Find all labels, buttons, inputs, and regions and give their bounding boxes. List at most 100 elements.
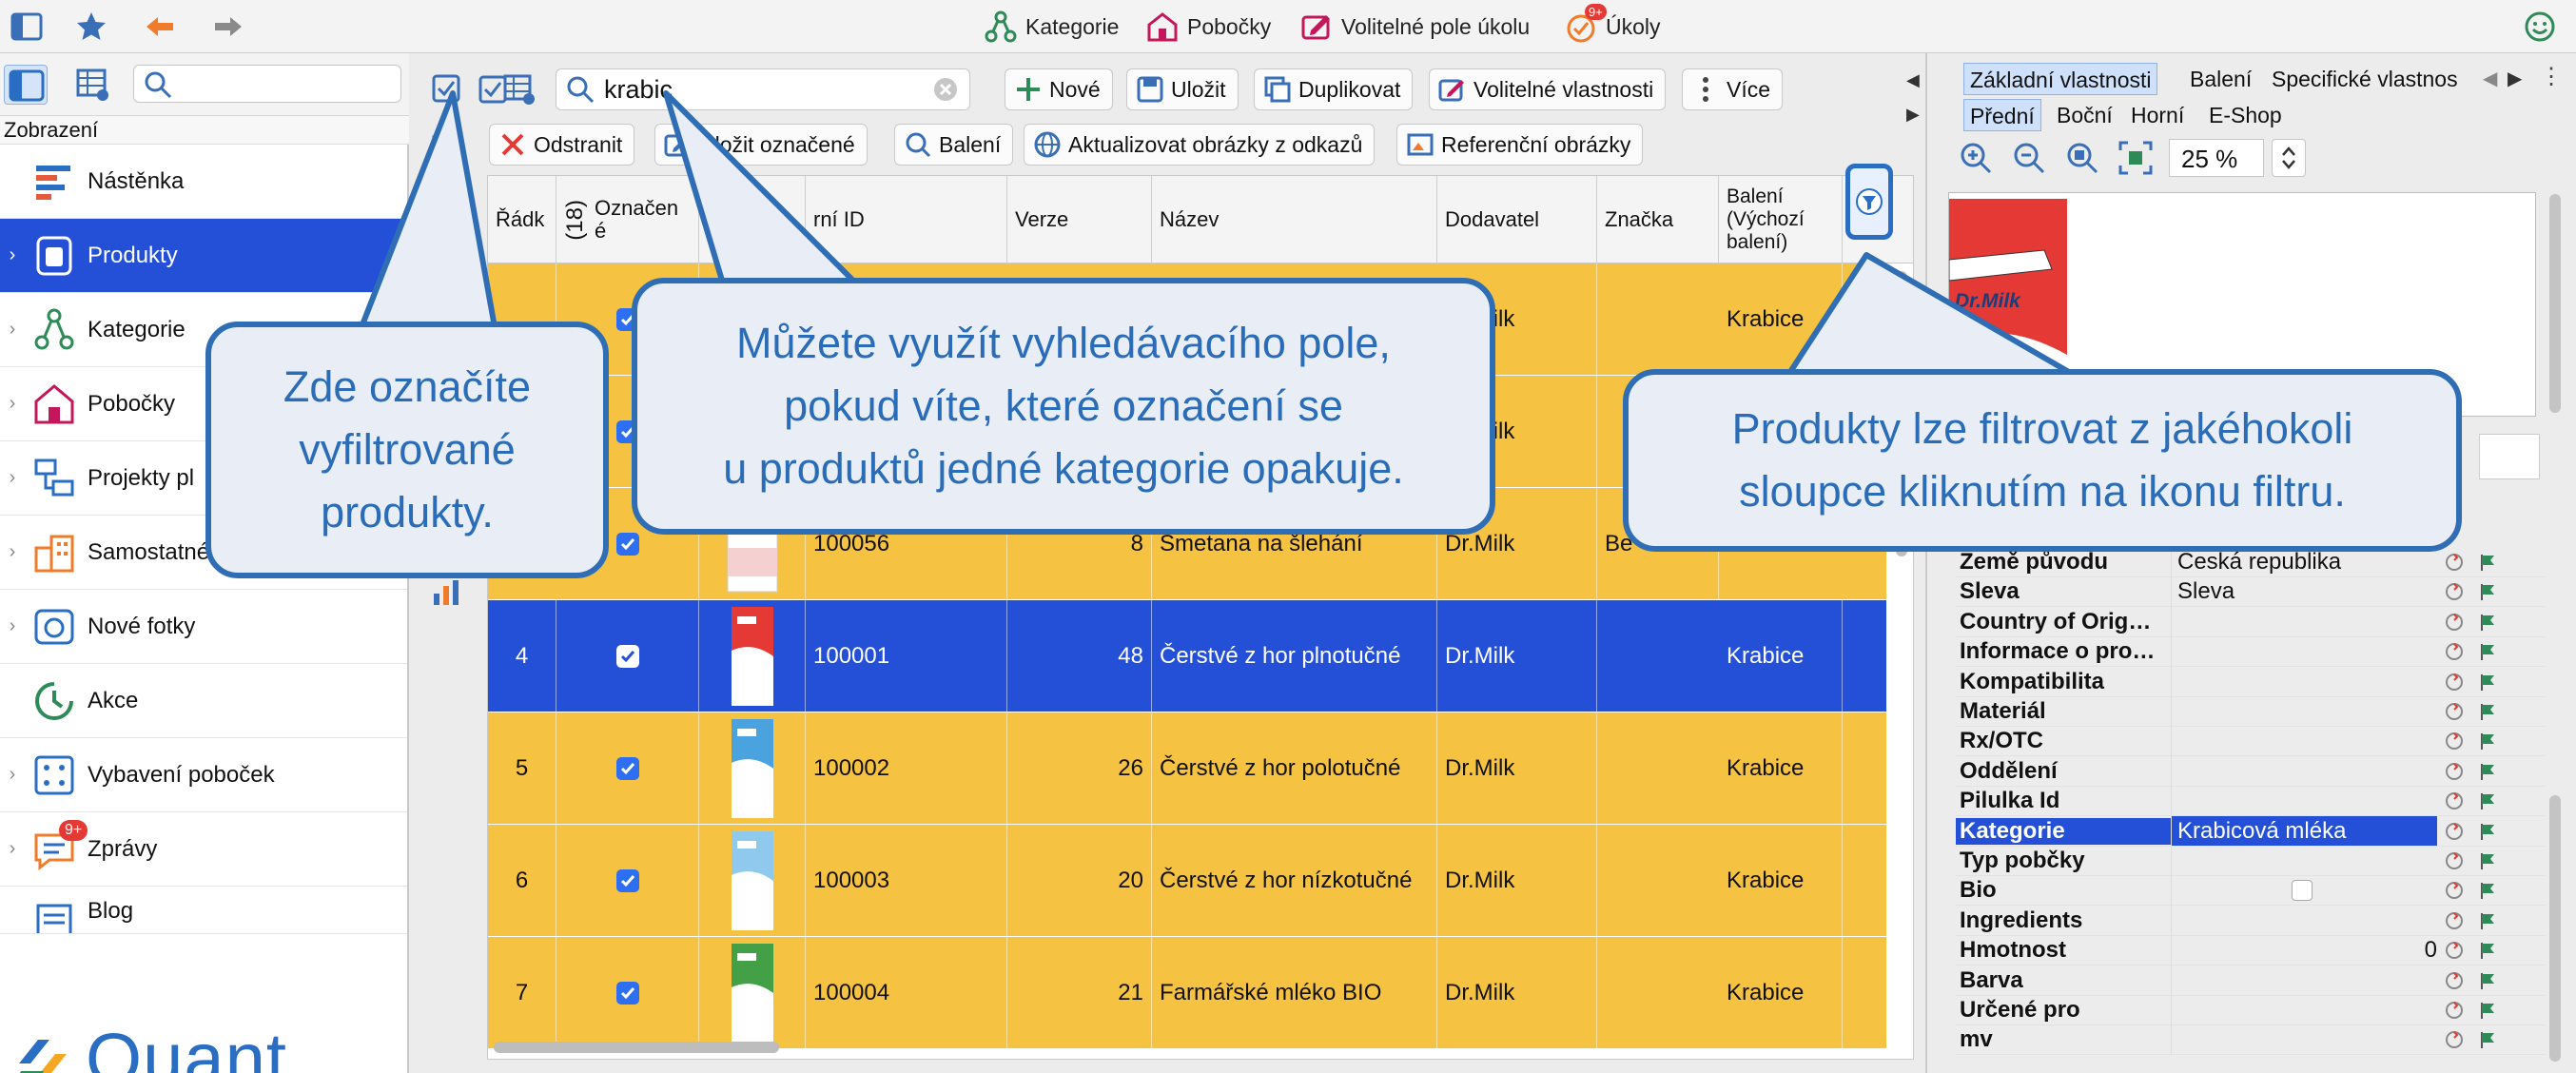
sync-icon[interactable] xyxy=(2444,850,2465,871)
flag-icon[interactable] xyxy=(2477,731,2498,751)
property-value[interactable] xyxy=(2171,607,2437,637)
sync-icon[interactable] xyxy=(2444,970,2465,991)
back-button[interactable] xyxy=(143,8,185,46)
column-header-baleni[interactable]: Balení (Výchozí balení) xyxy=(1719,176,1843,263)
sync-icon[interactable] xyxy=(2444,552,2465,573)
favorite-button[interactable] xyxy=(74,8,116,46)
column-header-nazev[interactable]: Název xyxy=(1152,176,1437,263)
sync-icon[interactable] xyxy=(2444,1000,2465,1021)
tab-next-icon[interactable]: ▶ xyxy=(2508,67,2522,90)
property-row[interactable]: Bio xyxy=(1956,875,2546,907)
property-value[interactable] xyxy=(2171,696,2437,727)
flag-icon[interactable] xyxy=(2477,910,2498,931)
sync-icon[interactable] xyxy=(2444,940,2465,961)
tab-baleni[interactable]: Balení xyxy=(2184,63,2257,95)
flag-icon[interactable] xyxy=(2477,880,2498,901)
column-header-oznaceno[interactable]: (18) Označen é xyxy=(556,176,699,263)
flag-icon[interactable] xyxy=(2477,581,2498,602)
user-status-button[interactable] xyxy=(2523,8,2565,46)
property-value[interactable] xyxy=(2171,667,2437,697)
property-row[interactable]: Materiál xyxy=(1956,696,2546,727)
flag-icon[interactable] xyxy=(2477,672,2498,693)
table-horizontal-scrollbar[interactable] xyxy=(494,1042,779,1053)
sync-icon[interactable] xyxy=(2444,761,2465,782)
row-checkbox[interactable] xyxy=(556,825,699,937)
topbar-kategorie-button[interactable]: Kategorie xyxy=(984,8,1119,46)
property-row[interactable]: Country of Orig… xyxy=(1956,607,2546,637)
sync-icon[interactable] xyxy=(2444,731,2465,751)
forward-button[interactable] xyxy=(211,8,253,46)
property-row[interactable]: Určené pro xyxy=(1956,995,2546,1025)
property-row[interactable]: Oddělení xyxy=(1956,756,2546,787)
property-value[interactable] xyxy=(2171,875,2437,906)
property-value[interactable] xyxy=(2171,636,2437,667)
sync-icon[interactable] xyxy=(2444,701,2465,722)
strip-tool-3[interactable] xyxy=(430,188,462,221)
property-row[interactable]: Kategorie Krabicová mléka xyxy=(1956,816,2546,847)
flag-icon[interactable] xyxy=(2477,612,2498,633)
flag-icon[interactable] xyxy=(2477,790,2498,811)
flag-icon[interactable] xyxy=(2477,641,2498,662)
column-header-radek[interactable]: Řádk xyxy=(488,176,556,263)
mark-filtered-button[interactable] xyxy=(430,72,462,105)
property-value[interactable]: Česká republika xyxy=(2171,548,2437,577)
property-value[interactable] xyxy=(2171,966,2437,996)
property-value[interactable] xyxy=(2171,726,2437,756)
sidebar-item-blog[interactable]: Blog xyxy=(0,887,407,934)
property-value[interactable] xyxy=(2171,906,2437,936)
flag-icon[interactable] xyxy=(2477,701,2498,722)
property-row[interactable]: Ingredients xyxy=(1956,906,2546,936)
reference-images-button[interactable]: Referenční obrázky xyxy=(1396,124,1644,166)
sync-icon[interactable] xyxy=(2444,821,2465,842)
row-checkbox[interactable] xyxy=(556,712,699,825)
more-button[interactable]: Více xyxy=(1682,68,1784,110)
property-value[interactable] xyxy=(2171,846,2437,876)
property-row[interactable]: Hmotnost 0 xyxy=(1956,935,2546,966)
column-header-znacka[interactable]: Značka xyxy=(1597,176,1719,263)
sidebar-item-nastenka[interactable]: Nástěnka xyxy=(0,145,407,219)
property-row[interactable]: Informace o pro… xyxy=(1956,636,2546,668)
flag-icon[interactable] xyxy=(2477,970,2498,991)
column-header-verze[interactable]: Verze xyxy=(1007,176,1152,263)
properties-scrollbar[interactable] xyxy=(2549,795,2561,1062)
zoom-in-icon[interactable] xyxy=(1956,138,1996,178)
property-value[interactable] xyxy=(2171,786,2437,816)
zoom-actual-icon[interactable] xyxy=(2062,138,2102,178)
save-marked-button[interactable]: Uložit označené xyxy=(654,124,868,166)
row-checkbox[interactable] xyxy=(556,600,699,712)
sidebar-search-input[interactable] xyxy=(133,65,401,103)
subtab-bocni[interactable]: Boční xyxy=(2051,99,2118,131)
clear-search-icon[interactable] xyxy=(929,73,962,106)
sync-icon[interactable] xyxy=(2444,910,2465,931)
flag-icon[interactable] xyxy=(2477,940,2498,961)
property-value[interactable]: Sleva xyxy=(2171,576,2437,607)
table-row[interactable]: 7 100004 21 Farmářské mléko BIO Dr.Milk … xyxy=(488,937,1886,1049)
update-images-button[interactable]: Aktualizovat obrázky z odkazů xyxy=(1024,124,1376,166)
tab-menu-icon[interactable]: ⋮ xyxy=(2540,63,2563,90)
flag-icon[interactable] xyxy=(2477,552,2498,573)
tab-zakladni-vlastnosti[interactable]: Základní vlastnosti xyxy=(1963,63,2158,95)
sync-icon[interactable] xyxy=(2444,880,2465,901)
property-row[interactable]: Sleva Sleva xyxy=(1956,576,2546,608)
strip-tool-4[interactable] xyxy=(430,242,462,274)
property-row[interactable]: Barva xyxy=(1956,966,2546,996)
property-value[interactable] xyxy=(2171,756,2437,787)
sidebar-item-nove-fotky[interactable]: › Nové fotky xyxy=(0,590,407,664)
tab-specificke-vlastnosti[interactable]: Specifické vlastnos xyxy=(2266,63,2475,95)
row-checkbox[interactable] xyxy=(556,937,699,1049)
zoom-fit-icon[interactable] xyxy=(2116,138,2156,178)
side-input[interactable] xyxy=(2479,434,2540,479)
collapse-right-icon[interactable]: ▶ xyxy=(1906,105,1920,125)
property-value[interactable] xyxy=(2171,1024,2437,1055)
zoom-value-field[interactable]: 25 % xyxy=(2169,139,2264,177)
bio-checkbox[interactable] xyxy=(2292,880,2313,902)
sync-icon[interactable] xyxy=(2444,790,2465,811)
sidebar-item-vybaveni[interactable]: › Vybavení poboček xyxy=(0,738,407,812)
table-settings-button[interactable] xyxy=(495,68,544,110)
sync-icon[interactable] xyxy=(2444,1029,2465,1050)
strip-tool-2[interactable] xyxy=(430,133,462,166)
property-row[interactable]: Kompatibilita xyxy=(1956,667,2546,697)
topbar-pobocky-button[interactable]: Pobočky xyxy=(1145,8,1271,46)
column-header-nahled[interactable]: Náhl xyxy=(699,176,806,263)
sidebar-item-produkty[interactable]: › Produkty xyxy=(0,219,407,293)
